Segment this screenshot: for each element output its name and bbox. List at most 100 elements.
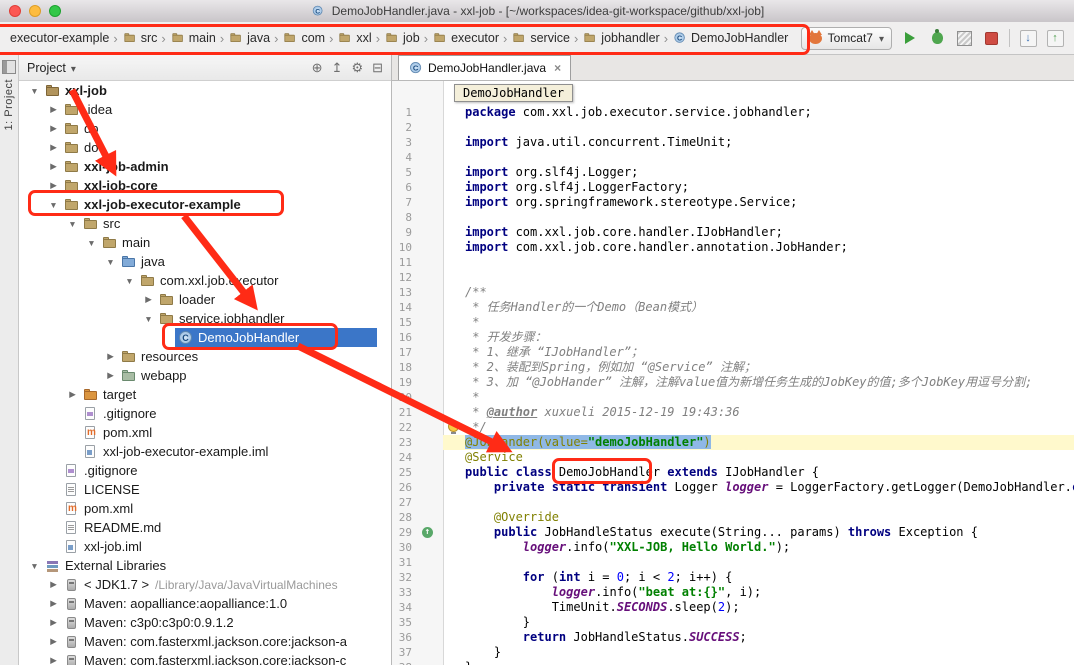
collapse-all-icon[interactable]: ↥ <box>332 61 343 74</box>
breadcrumb-item-demojobhandler[interactable]: DemoJobHandler <box>672 30 788 46</box>
code-text[interactable]: } <box>443 615 1074 630</box>
hide-panel-icon[interactable]: ⊟ <box>372 61 383 74</box>
collapse-arrow-icon[interactable]: ▼ <box>65 219 80 229</box>
breadcrumb-item-java[interactable]: java <box>228 30 270 46</box>
code-text[interactable]: * 1、继承 “IJobHandler”； <box>443 345 1074 360</box>
breadcrumb-item-job[interactable]: job <box>384 30 420 46</box>
expand-arrow-icon[interactable]: ▶ <box>46 142 61 153</box>
code-text[interactable]: import org.springframework.stereotype.Se… <box>443 195 1074 210</box>
tree-item-license[interactable]: LICENSE <box>19 480 391 499</box>
tree-item-maven-c3p0-c3p0-0-9-1-2[interactable]: ▶Maven: c3p0:c3p0:0.9.1.2 <box>19 613 391 632</box>
tree-item-gitignore[interactable]: .gitignore <box>19 461 391 480</box>
expand-arrow-icon[interactable]: ▶ <box>46 636 61 647</box>
expand-arrow-icon[interactable]: ▶ <box>46 123 61 134</box>
breadcrumb-item-executor[interactable]: executor <box>432 30 499 46</box>
collapse-arrow-icon[interactable]: ▼ <box>46 200 61 210</box>
code-text[interactable]: import org.slf4j.Logger; <box>443 165 1074 180</box>
code-text[interactable] <box>443 270 1074 285</box>
code-text[interactable]: /** <box>443 285 1074 300</box>
code-text[interactable]: package com.xxl.job.executor.service.job… <box>443 105 1074 120</box>
breadcrumb-item-com[interactable]: com <box>282 30 325 46</box>
tree-item-src[interactable]: ▼src <box>19 214 391 233</box>
collapse-arrow-icon[interactable]: ▼ <box>122 276 137 286</box>
tree-item-xxl-job-core[interactable]: ▶xxl-job-core <box>19 176 391 195</box>
code-text[interactable] <box>443 555 1074 570</box>
tree-item-jdk1-7[interactable]: ▶< JDK1.7 >/Library/Java/JavaVirtualMach… <box>19 575 391 594</box>
collapse-arrow-icon[interactable]: ▼ <box>141 314 156 324</box>
tree-item-target[interactable]: ▶target <box>19 385 391 404</box>
tree-item-main[interactable]: ▼main <box>19 233 391 252</box>
code-text[interactable]: logger.info("XXL-JOB, Hello World."); <box>443 540 1074 555</box>
tree-item-idea[interactable]: ▶.idea <box>19 100 391 119</box>
code-text[interactable]: } <box>443 660 1074 665</box>
collapse-arrow-icon[interactable]: ▼ <box>103 257 118 267</box>
code-text[interactable]: */ <box>443 420 1074 435</box>
code-text[interactable] <box>443 150 1074 165</box>
tree-item-xxl-job-executor-example-iml[interactable]: xxl-job-executor-example.iml <box>19 442 391 461</box>
breadcrumb-item-main[interactable]: main <box>170 30 216 46</box>
close-window-button[interactable] <box>9 5 21 17</box>
breadcrumb-item-executor-example[interactable]: executor-example <box>10 31 109 45</box>
code-text[interactable]: * <box>443 315 1074 330</box>
tab-demojobhandler[interactable]: DemoJobHandler.java <box>398 55 571 80</box>
collapse-arrow-icon[interactable]: ▼ <box>27 86 42 96</box>
code-text[interactable]: * 任务Handler的一个Demo（Bean模式） <box>443 300 1074 315</box>
stop-button[interactable] <box>982 29 1000 47</box>
breadcrumb-item-xxl[interactable]: xxl <box>337 30 371 46</box>
code-text[interactable] <box>443 255 1074 270</box>
tree-item-xxl-job-admin[interactable]: ▶xxl-job-admin <box>19 157 391 176</box>
code-text[interactable]: TimeUnit.SECONDS.sleep(2); <box>443 600 1074 615</box>
code-text[interactable]: public class DemoJobHandler extends IJob… <box>443 465 1074 480</box>
tree-item-doc[interactable]: ▶doc <box>19 138 391 157</box>
code-text[interactable]: import java.util.concurrent.TimeUnit; <box>443 135 1074 150</box>
code-text[interactable]: * <box>443 390 1074 405</box>
tree-item-com-xxl-job-executor[interactable]: ▼com.xxl.job.executor <box>19 271 391 290</box>
code-text[interactable]: * 3、加 “@JobHander” 注解，注解value值为新增任务生成的Jo… <box>443 375 1074 390</box>
code-text[interactable]: import com.xxl.job.core.handler.IJobHand… <box>443 225 1074 240</box>
tree-item-maven-com-fasterxml-jackson-core-jackson-c[interactable]: ▶Maven: com.fasterxml.jackson.core:jacks… <box>19 651 391 665</box>
code-text[interactable]: private static transient Logger logger =… <box>443 480 1074 495</box>
vcs-update-button[interactable] <box>1019 29 1037 47</box>
intention-bulb-icon[interactable] <box>448 421 459 432</box>
tree-item-loader[interactable]: ▶loader <box>19 290 391 309</box>
vcs-commit-button[interactable] <box>1046 29 1064 47</box>
expand-arrow-icon[interactable]: ▶ <box>141 294 156 305</box>
minimize-window-button[interactable] <box>29 5 41 17</box>
tree-item-demojobhandler[interactable]: DemoJobHandler <box>19 328 391 347</box>
zoom-window-button[interactable] <box>49 5 61 17</box>
tree-item-external-libraries[interactable]: ▼External Libraries <box>19 556 391 575</box>
breadcrumb-item-service[interactable]: service <box>511 30 570 46</box>
code-text[interactable] <box>443 210 1074 225</box>
expand-arrow-icon[interactable]: ▶ <box>46 617 61 628</box>
close-tab-icon[interactable] <box>554 61 561 75</box>
project-tool-window-button[interactable]: 1: Project <box>2 60 16 130</box>
coverage-button[interactable] <box>955 29 973 47</box>
expand-arrow-icon[interactable]: ▶ <box>46 579 61 590</box>
debug-button[interactable] <box>928 29 946 47</box>
code-text[interactable]: } <box>443 645 1074 660</box>
tree-item-pom-xml[interactable]: pom.xml <box>19 423 391 442</box>
tree-item-readme-md[interactable]: README.md <box>19 518 391 537</box>
expand-arrow-icon[interactable]: ▶ <box>103 370 118 381</box>
tree-item-webapp[interactable]: ▶webapp <box>19 366 391 385</box>
tree-item-pom-xml[interactable]: pom.xml <box>19 499 391 518</box>
code-text[interactable]: * @author xuxueli 2015-12-19 19:43:36 <box>443 405 1074 420</box>
tree-item-xxl-job[interactable]: ▼xxl-job <box>19 81 391 100</box>
expand-arrow-icon[interactable]: ▶ <box>46 180 61 191</box>
code-text[interactable]: for (int i = 0; i < 2; i++) { <box>443 570 1074 585</box>
tree-item-java[interactable]: ▼java <box>19 252 391 271</box>
collapse-arrow-icon[interactable]: ▼ <box>84 238 99 248</box>
collapse-arrow-icon[interactable]: ▼ <box>27 561 42 571</box>
code-text[interactable]: public JobHandleStatus execute(String...… <box>443 525 1074 540</box>
editor-breadcrumb-chip[interactable]: DemoJobHandler <box>454 84 573 102</box>
override-marker-icon[interactable] <box>422 527 433 538</box>
code-text[interactable]: import org.slf4j.LoggerFactory; <box>443 180 1074 195</box>
run-button[interactable] <box>901 29 919 47</box>
code-text[interactable]: @Override <box>443 510 1074 525</box>
code-text[interactable]: * 开发步骤： <box>443 330 1074 345</box>
expand-arrow-icon[interactable]: ▶ <box>46 655 61 665</box>
tree-item-xxl-job-iml[interactable]: xxl-job.iml <box>19 537 391 556</box>
expand-arrow-icon[interactable]: ▶ <box>46 161 61 172</box>
project-view-select[interactable]: Project <box>27 61 76 75</box>
code-text[interactable] <box>443 120 1074 135</box>
